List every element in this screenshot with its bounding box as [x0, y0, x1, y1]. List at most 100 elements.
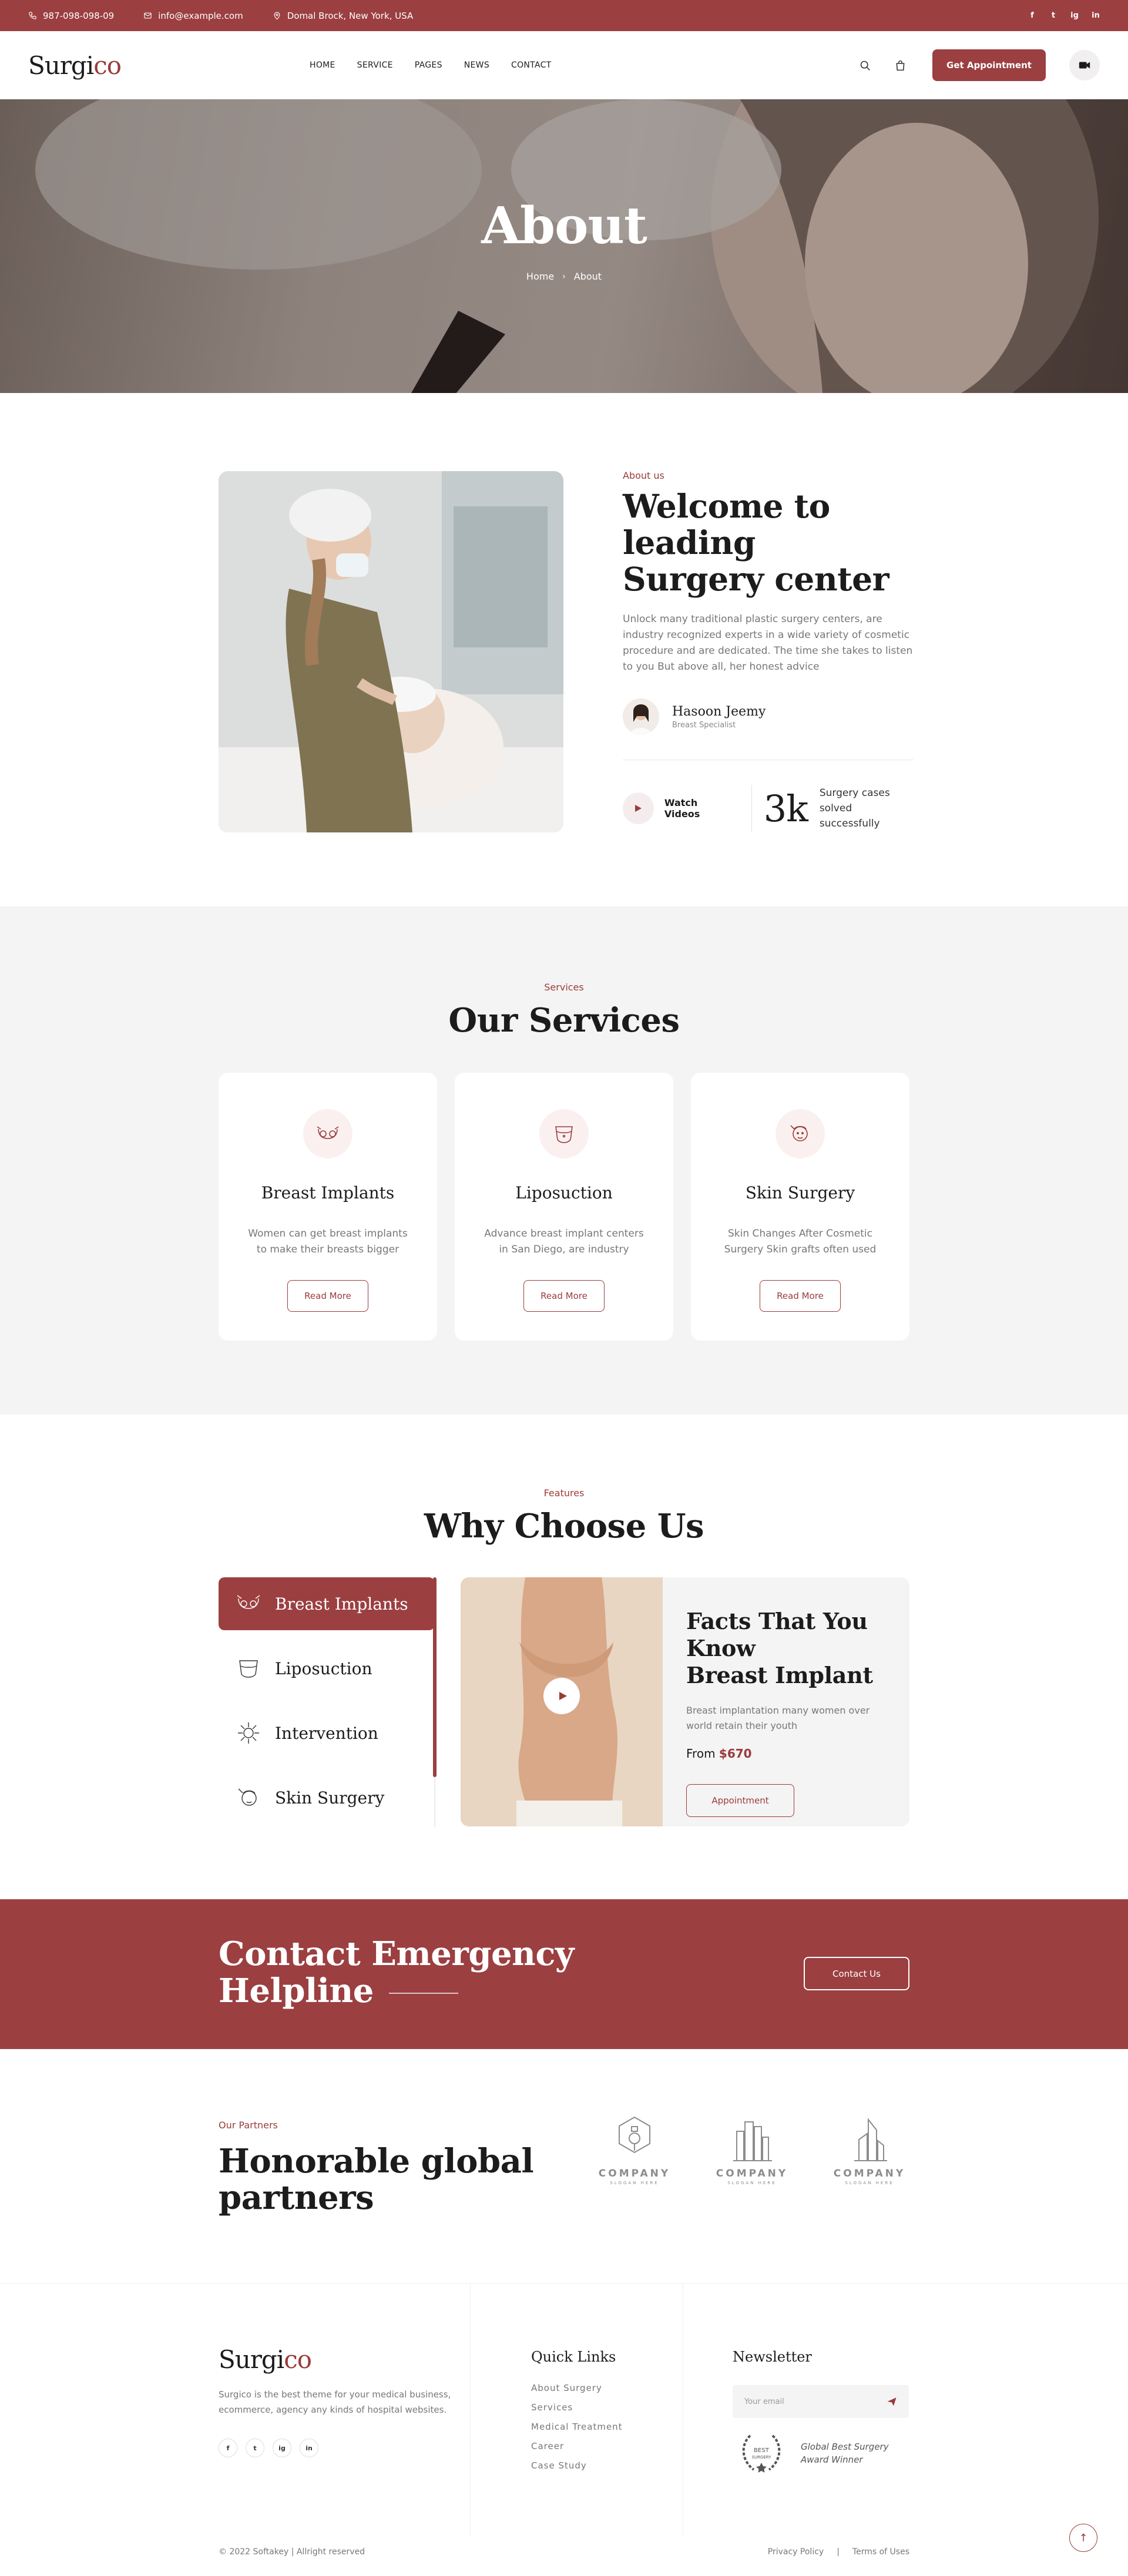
about-description: Unlock many traditional plastic surgery …: [623, 613, 913, 673]
nav-home[interactable]: HOME: [310, 61, 335, 70]
newsletter-title: Newsletter: [733, 2349, 812, 2365]
services-section: Services Our Services Breast Implants Wo…: [0, 906, 1128, 1415]
watch-video-button[interactable]: [623, 792, 654, 824]
footer-logo-accent: co: [284, 2345, 312, 2374]
partner-logo[interactable]: COMPANY SLOGAN HERE: [705, 2114, 799, 2185]
face-icon: [790, 1125, 808, 1141]
price-label: From: [686, 1747, 716, 1761]
award-badge: BEST SURGERY Global Best Surgery Award Wi…: [733, 2430, 909, 2477]
footer-link[interactable]: Case Study: [531, 2460, 623, 2471]
partners-eyebrow: Our Partners: [219, 2120, 278, 2131]
stat-label-line2: solved successfully: [819, 802, 880, 829]
service-card-title: Breast Implants: [261, 1183, 395, 1203]
services-title: Our Services: [448, 1001, 680, 1040]
about-image: [219, 471, 563, 832]
page-title: About: [481, 196, 647, 256]
partners-title-line2: partners: [219, 2178, 374, 2217]
avatar: [623, 698, 659, 735]
feature-tabs: Breast Implants Liposuction Intervention…: [219, 1577, 435, 1836]
specialist-name: Hasoon Jeemy: [672, 704, 766, 719]
partner-logo[interactable]: COMPANY SLOGAN HERE: [588, 2114, 682, 2185]
partners-section: Our Partners Honorable global partners CO…: [0, 2049, 1128, 2284]
breadcrumb-home[interactable]: Home: [526, 271, 554, 282]
emergency-title-line2: Helpline: [219, 1972, 374, 2010]
top-social-links: f t ig in: [1028, 11, 1100, 20]
appointment-button[interactable]: Appointment: [686, 1784, 794, 1817]
logo[interactable]: Surgico: [28, 51, 122, 80]
mail-icon: [144, 12, 152, 19]
tab-intervention[interactable]: Intervention: [219, 1707, 435, 1759]
tab-label: Breast Implants: [275, 1594, 408, 1614]
quick-links-list: About Surgery Services Medical Treatment…: [531, 2383, 623, 2471]
instagram-icon[interactable]: ig: [1070, 11, 1079, 20]
watch-videos-label[interactable]: Watch Videos: [664, 797, 735, 820]
bag-icon: [896, 60, 904, 70]
tab-breast-implants[interactable]: Breast Implants: [219, 1577, 435, 1630]
partner-logo[interactable]: COMPANY SLOGAN HERE: [822, 2114, 916, 2185]
award-text-line1: Global Best Surgery: [801, 2441, 889, 2452]
newsletter-email-input[interactable]: Your email: [733, 2385, 909, 2418]
breadcrumb-current: About: [573, 271, 602, 282]
logo-accent-text: co: [93, 51, 122, 80]
footer-link[interactable]: Medical Treatment: [531, 2421, 623, 2432]
phone-info[interactable]: 987-098-098-09: [28, 11, 114, 21]
linkedin-icon[interactable]: in: [300, 2439, 318, 2457]
service-card-desc: Skin Changes After Cosmetic Surgery Skin…: [724, 1228, 877, 1255]
footer-logo-main: Surgi: [219, 2345, 284, 2374]
search-button[interactable]: [856, 56, 874, 74]
nav-pages[interactable]: PAGES: [415, 61, 442, 70]
twitter-icon[interactable]: t: [1049, 11, 1058, 20]
footer-link[interactable]: About Surgery: [531, 2383, 623, 2393]
partner-slogan: SLOGAN HERE: [845, 2181, 894, 2185]
breadcrumb-separator: ›: [562, 271, 566, 281]
price-value: $670: [719, 1747, 752, 1761]
emergency-title-line1: Contact Emergency: [219, 1934, 574, 1973]
footer-link[interactable]: Career: [531, 2441, 623, 2451]
service-card-breast-implants: Breast Implants Women can get breast imp…: [219, 1073, 437, 1341]
footer-logo[interactable]: Surgico: [219, 2345, 465, 2374]
nav-contact[interactable]: CONTACT: [511, 61, 552, 70]
get-appointment-button[interactable]: Get Appointment: [932, 49, 1046, 81]
phone-text: 987-098-098-09: [43, 10, 115, 21]
cart-button[interactable]: [891, 56, 909, 74]
arrow-up-icon: ↑: [1079, 2531, 1088, 2544]
feature-card-title: Facts That You Know Breast Implant: [686, 1608, 886, 1689]
read-more-button[interactable]: Read More: [287, 1280, 368, 1312]
tab-liposuction[interactable]: Liposuction: [219, 1642, 435, 1695]
stat-label-line1: Surgery cases: [819, 787, 890, 799]
read-more-button[interactable]: Read More: [760, 1280, 841, 1312]
terms-link[interactable]: Terms of Uses: [852, 2547, 909, 2557]
email-info[interactable]: info@example.com: [143, 11, 243, 21]
privacy-policy-link[interactable]: Privacy Policy: [768, 2547, 824, 2557]
video-button[interactable]: [1069, 50, 1100, 80]
twitter-icon[interactable]: t: [246, 2439, 264, 2457]
service-card-title: Liposuction: [515, 1183, 613, 1203]
main-header: Surgico HOME SERVICE PAGES NEWS CONTACT …: [0, 31, 1128, 99]
phone-icon: [29, 12, 36, 19]
services-eyebrow: Services: [544, 982, 584, 993]
tab-label: Liposuction: [275, 1658, 372, 1678]
top-bar: 987-098-098-09 info@example.com Domal Br…: [0, 0, 1128, 31]
buildings-logo-icon: [733, 2121, 772, 2161]
liposuction-icon: [555, 1126, 573, 1143]
read-more-button[interactable]: Read More: [523, 1280, 605, 1312]
feature-play-button[interactable]: [543, 1678, 580, 1714]
footer-divider: [470, 2284, 471, 2537]
nav-service[interactable]: SERVICE: [357, 61, 393, 70]
nav-news[interactable]: NEWS: [464, 61, 489, 70]
stat-label: Surgery cases solved successfully: [820, 785, 914, 831]
instagram-icon[interactable]: ig: [273, 2439, 291, 2457]
linkedin-icon[interactable]: in: [1092, 11, 1100, 20]
about-title: Welcome to leading Surgery center: [623, 488, 914, 597]
specialist-card: Hasoon Jeemy Breast Specialist: [623, 698, 914, 735]
tab-skin-surgery[interactable]: Skin Surgery: [219, 1771, 435, 1824]
main-nav: HOME SERVICE PAGES NEWS CONTACT: [310, 61, 552, 70]
contact-us-button[interactable]: Contact Us: [804, 1957, 909, 1990]
send-icon[interactable]: [887, 2396, 897, 2407]
feature-price: From $670: [686, 1747, 886, 1761]
facebook-icon[interactable]: f: [1028, 11, 1036, 20]
facebook-icon[interactable]: f: [219, 2439, 237, 2457]
scroll-to-top-button[interactable]: ↑: [1069, 2524, 1097, 2552]
feature-detail-card: Facts That You Know Breast Implant Breast…: [461, 1577, 909, 1826]
footer-link[interactable]: Services: [531, 2402, 623, 2413]
